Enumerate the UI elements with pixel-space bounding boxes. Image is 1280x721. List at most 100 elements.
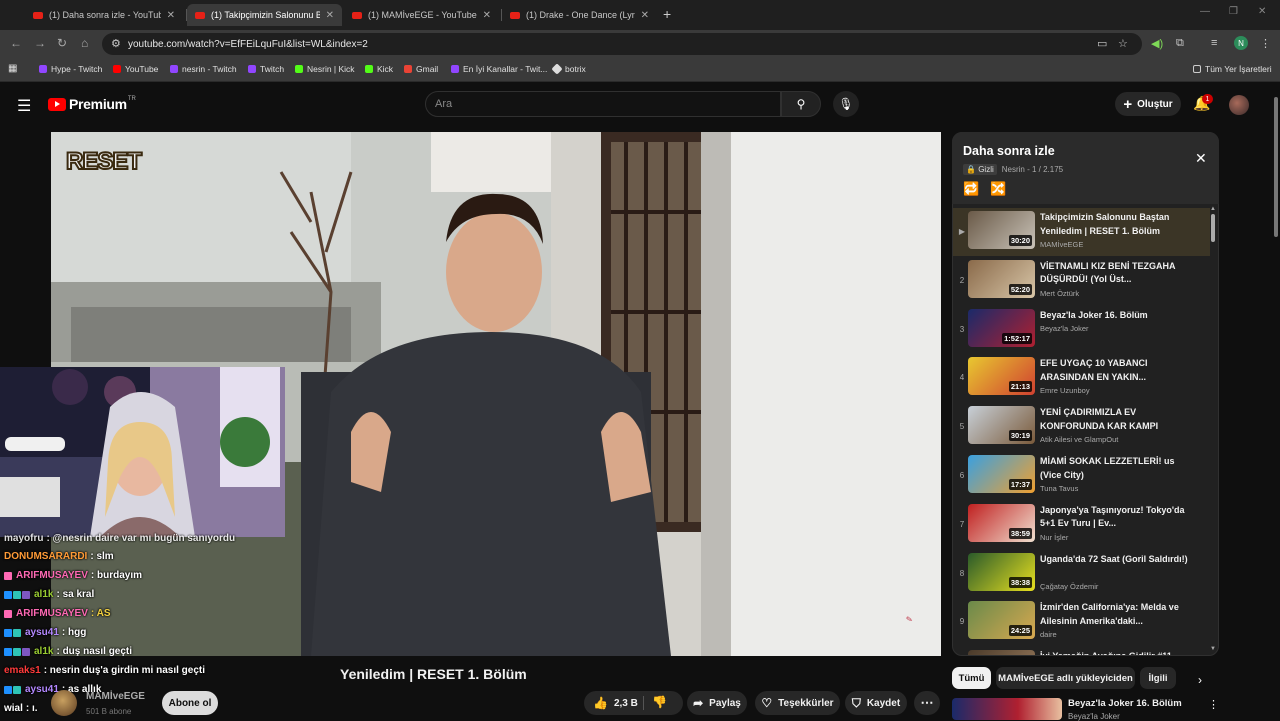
bookmark-item[interactable]: Kick [365,64,393,74]
back-icon[interactable]: ← [10,36,22,50]
chat-text: : ı. [25,703,38,714]
video-duration: 17:37 [1008,479,1032,490]
new-tab-icon[interactable]: + [663,6,671,22]
bookmark-item[interactable]: YouTube [113,64,158,74]
save-button[interactable]: ⛉ Kaydet [845,691,907,715]
playlist-item[interactable]: 3 1:52:17 Beyaz'la Joker 16. Bölüm Beyaz'la… [953,306,1210,354]
chip-related[interactable]: İlgili [1140,667,1176,689]
gmail-icon [404,65,412,73]
scroll-up-icon[interactable]: ▲ [1210,206,1216,212]
bookmark-item[interactable]: Nesrin | Kick [295,64,355,74]
playlist-item[interactable]: 4 21:13 EFE UYGAÇ 10 YABANCI ARASINDAN EN … [953,354,1210,402]
url-bar[interactable]: ⚙ youtube.com/watch?v=EfFEiLquFuI&list=W… [102,33,1142,55]
playlist-item[interactable]: 2 52:20 VİETNAMLI KIZ BENİ TEZGAHA DÜŞÜRDÜ… [953,257,1210,305]
close-tab-icon[interactable]: ✕ [167,10,175,21]
bookmark-item[interactable]: botrix [551,63,586,75]
like-count: 2,3 B [613,697,638,709]
maximize-icon[interactable]: ❐ [1229,6,1238,17]
playlist-item-thumbnail: 30:20 [968,211,1035,249]
playlist-item-thumbnail: 38:38 [968,552,1035,591]
playlist-title[interactable]: Daha sonra izle [963,144,1055,158]
voice-search-button[interactable]: 🎙 [833,91,859,117]
recommended-video[interactable]: Beyaz'la Joker 16. Bölüm Beyaz'la Joker … [952,696,1219,721]
playlist-item[interactable]: 10İyi Yemeğin Ayağına Gidilir #11 [953,647,1210,656]
chip-from-uploader[interactable]: MAMİveEGE adlı yükleyiciden [996,667,1135,689]
account-avatar[interactable] [1229,95,1249,115]
browser-tab-4[interactable]: (1) Drake - One Dance (Lyrics) f ✕ [502,4,657,26]
share-button[interactable]: ➦ Paylaş [687,691,747,715]
thanks-button[interactable]: ♡ Teşekkürler [755,691,840,715]
audio-playing-icon[interactable]: ◀) [1151,37,1163,50]
youtube-premium-logo[interactable]: Premium TR [48,96,136,112]
playlist-item-index: 8 [959,568,965,578]
playlist-item-index: 4 [959,373,965,383]
playlist-item-title: VİETNAMLI KIZ BENİ TEZGAHA DÜŞÜRDÜ! (Yol… [1040,260,1176,285]
bookmark-item[interactable]: nesrin - Twitch [170,64,237,74]
streamer-webcam-overlay [0,367,285,537]
profile-avatar[interactable]: N [1234,36,1248,50]
bookmark-star-icon[interactable]: ☆ [1118,37,1128,50]
chat-badge-icon [4,590,12,599]
video-title: Yeniledim | RESET 1. Bölüm [340,666,527,682]
playlist-item-title: Japonya'ya Taşınıyoruz! Tokyo'da 5+1 Ev … [1040,504,1185,529]
close-playlist-icon[interactable]: ✕ [1195,150,1207,167]
tab-title: (1) Drake - One Dance (Lyrics) f [526,10,635,20]
channel-name[interactable]: MAMİveEGE [86,691,145,702]
url-text: youtube.com/watch?v=EfFEiLquFuI&list=WL&… [128,38,368,50]
playlist-item[interactable]: ▶ 30:20 Takipçimizin Salonunu Baştan Yenil… [953,208,1210,256]
playlist-item[interactable]: 7 38:59 Japonya'ya Taşınıyoruz! Tokyo'da 5… [953,501,1210,549]
search-button[interactable]: ⚲ [781,91,821,117]
playlist-item[interactable]: 9 24:25 İzmir'den California'ya: Melda ve … [953,598,1210,646]
scroll-down-icon[interactable]: ▼ [1210,646,1216,652]
more-actions-button[interactable]: ⋯ [914,691,940,715]
notification-count-badge: 1 [1202,94,1213,104]
reload-icon[interactable]: ↻ [57,36,67,50]
like-button[interactable]: 👍 2,3 B [593,696,638,710]
search-input[interactable]: Ara [425,91,781,117]
minimize-icon[interactable]: — [1200,6,1210,17]
extensions-icon[interactable]: ⧉ [1176,37,1184,50]
forward-icon[interactable]: → [34,36,46,50]
close-tab-icon[interactable]: ✕ [641,10,649,21]
all-bookmarks-folder[interactable]: Tüm Yer İşaretleri [1193,64,1272,74]
site-settings-icon[interactable]: ⚙ [111,37,121,50]
shuffle-icon[interactable]: 🔀 [990,181,1006,197]
cast-icon[interactable]: ▭ [1097,37,1107,50]
subscribe-button[interactable]: Abone ol [162,691,218,715]
create-button[interactable]: + Oluştur [1115,92,1181,116]
bookmark-item[interactable]: Gmail [404,64,438,74]
page-scrollbar-thumb[interactable] [1274,97,1278,237]
playlist-item[interactable]: 6 17:37 MİAMİ SOKAK LEZZETLERİ! us (Vice C… [953,452,1210,500]
save-label: Kaydet [866,697,901,709]
chevron-right-icon[interactable]: › [1198,673,1202,687]
chip-all[interactable]: Tümü [952,667,991,689]
dislike-button[interactable]: 👎 [652,695,667,709]
playlist-scrollbar[interactable] [1211,214,1215,242]
page-scrollbar[interactable] [1272,85,1280,720]
all-bookmarks-label: Tüm Yer İşaretleri [1205,64,1272,74]
reading-list-icon[interactable]: ≡ [1211,37,1217,49]
close-tab-icon[interactable]: ✕ [483,10,491,21]
apps-grid-icon[interactable]: ▦ [8,63,17,74]
channel-avatar[interactable] [51,690,77,716]
search-icon: ⚲ [796,97,806,111]
bookmark-item[interactable]: En İyi Kanallar - Twit... [451,64,547,74]
twitch-icon [451,65,459,73]
loop-icon[interactable]: 🔁 [963,181,979,197]
bookmark-item[interactable]: Twitch [248,64,284,74]
playlist-item[interactable]: 8 38:38 Uganda'da 72 Saat (Goril Saldırdı!… [953,550,1210,598]
chat-badge-icon [4,571,12,580]
playlist-item[interactable]: 5 30:19 YENİ ÇADIRIMIZLA EV KONFORUNDA KAR… [953,403,1210,451]
browser-tab-3[interactable]: (1) MAMİveEGE - YouTube ✕ [344,4,499,26]
browser-tab-1[interactable]: (1) Daha sonra izle - YouTube ✕ [25,4,183,26]
browser-menu-icon[interactable]: ⋮ [1260,37,1271,50]
playlist-item-channel: Beyaz'la Joker [1040,323,1089,333]
bookmark-item[interactable]: Hype - Twitch [39,64,102,74]
home-icon[interactable]: ⌂ [81,36,88,50]
chat-username: wial [4,703,23,714]
menu-hamburger-icon[interactable]: ☰ [17,96,31,116]
more-vertical-icon[interactable]: ⋮ [1208,698,1219,711]
close-window-icon[interactable]: ✕ [1258,6,1266,17]
browser-tab-2[interactable]: (1) Takipçimizin Salonunu Baştan ✕ [187,4,342,26]
close-tab-icon[interactable]: ✕ [326,10,334,21]
